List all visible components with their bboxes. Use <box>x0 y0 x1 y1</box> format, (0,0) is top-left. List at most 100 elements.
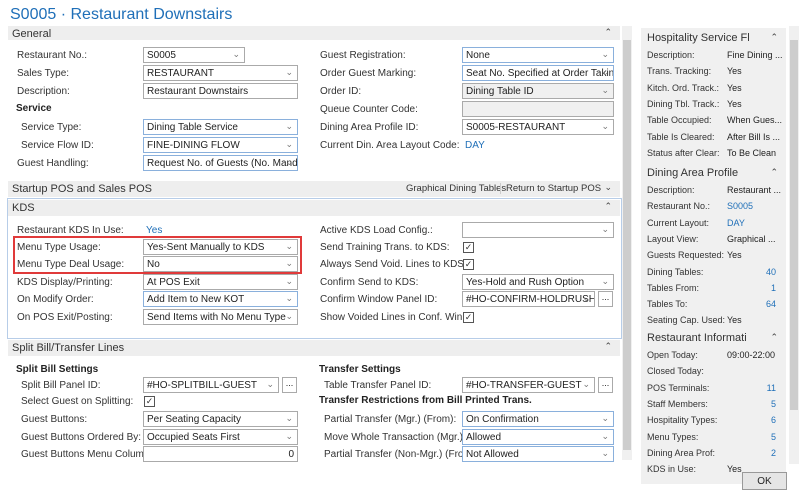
chevron-down-icon[interactable]: ⌄ <box>285 67 293 78</box>
dropdown-split-bill-panel-id[interactable]: #HO-SPLITBILL-GUEST ⌄ <box>143 377 279 393</box>
factbox-value[interactable]: 2 <box>771 448 776 458</box>
chevron-up-icon[interactable]: ⌃ <box>604 27 612 38</box>
factbox-label: KDS in Use: <box>647 464 697 475</box>
dropdown-sales-type[interactable]: RESTAURANT ⌄ <box>143 65 298 81</box>
input-guest-buttons-menu-columns[interactable]: 0 <box>143 446 298 462</box>
factbox-label: Tables From: <box>647 282 700 293</box>
factbox-value[interactable]: 5 <box>771 432 776 442</box>
chevron-down-icon[interactable]: ⌄ <box>601 85 609 96</box>
factbox-hospitality-service-fl: Hospitality Service Fl ⌃ Description: Fine … <box>641 28 786 169</box>
factbox-value: 09:00-22:00 <box>727 350 776 360</box>
field-label-guest-buttons-ordered-by: Guest Buttons Ordered By: <box>21 432 142 443</box>
chevron-down-icon[interactable]: ⌄ <box>601 121 609 132</box>
chevron-down-icon[interactable]: ⌄ <box>285 157 293 168</box>
factbox-value[interactable]: 11 <box>767 383 776 393</box>
factbox-value[interactable]: 64 <box>766 299 776 309</box>
dropdown-service-flow-id[interactable]: FINE-DINING FLOW ⌄ <box>143 137 298 153</box>
dropdown-partial-transfer-mgr-from[interactable]: On Confirmation ⌄ <box>462 411 614 427</box>
subsection-header: Split Bill Settings <box>16 364 99 375</box>
section-header-split[interactable]: Split Bill/Transfer Lines ⌃ <box>8 340 620 356</box>
main-scrollbar-thumb[interactable] <box>623 40 631 450</box>
field-value: Seat No. Specified at Order Taking <box>466 68 614 79</box>
chevron-down-icon[interactable]: ⌄ <box>582 379 590 390</box>
factbox-scrollbar[interactable] <box>789 26 799 464</box>
field-value: Request No. of Guests (No. Mandat... <box>147 158 298 169</box>
factbox-label: Current Layout: <box>647 217 710 228</box>
dropdown-guest-handling[interactable]: Request No. of Guests (No. Mandat... ⌄ <box>143 155 298 171</box>
field-value-current-din-area-layout-code[interactable]: DAY <box>465 140 485 151</box>
dropdown-guest-buttons[interactable]: Per Seating Capacity ⌄ <box>143 411 298 427</box>
factbox-dining-area-profile: Dining Area Profile ⌃ Description: Restaura… <box>641 163 786 336</box>
factbox-scrollbar-thumb[interactable] <box>790 40 798 410</box>
chevron-down-icon[interactable]: ⌄ <box>601 49 609 60</box>
chevron-up-icon[interactable]: ⌃ <box>770 32 778 43</box>
section-title: General <box>12 28 52 40</box>
field-value: #HO-TRANSFER-GUEST <box>466 380 582 391</box>
field-label-guest-buttons-menu-columns: Guest Buttons Menu Columns: <box>21 449 158 460</box>
dropdown-service-type[interactable]: Dining Table Service ⌄ <box>143 119 298 135</box>
input-description[interactable]: Restaurant Downstairs <box>143 83 298 99</box>
dropdown-guest-buttons-ordered-by[interactable]: Occupied Seats First ⌄ <box>143 429 298 445</box>
chevron-down-icon[interactable]: ⌄ <box>601 448 609 459</box>
factbox-value[interactable]: 40 <box>766 267 776 277</box>
dropdown-move-whole-transaction-mgr[interactable]: Allowed ⌄ <box>462 429 614 445</box>
action-graphical-dining-tables[interactable]: Graphical Dining Tables <box>406 183 506 194</box>
factbox-label: Seating Cap. Used: <box>647 315 726 326</box>
factbox-value[interactable]: 5 <box>771 399 776 409</box>
section-header-general[interactable]: General ⌃ <box>8 26 620 40</box>
chevron-down-icon[interactable]: ⌄ <box>601 431 609 442</box>
chevron-up-icon[interactable]: ⌃ <box>770 332 778 343</box>
dropdown-order-id[interactable]: Dining Table ID ⌄ <box>462 83 614 99</box>
field-value: On Confirmation <box>466 414 539 425</box>
dropdown-restaurant-no[interactable]: S0005 ⌄ <box>143 47 245 63</box>
factbox-value[interactable]: DAY <box>727 218 745 228</box>
chevron-up-icon[interactable]: ⌃ <box>770 167 778 178</box>
chevron-down-icon[interactable]: ⌄ <box>601 67 609 78</box>
dropdown-dining-area-profile-id[interactable]: S0005-RESTAURANT ⌄ <box>462 119 614 135</box>
field-label-dining-area-profile-id: Dining Area Profile ID: <box>320 122 419 133</box>
main-scrollbar[interactable] <box>622 26 632 460</box>
section-header-startup[interactable]: Startup POS and Sales POS ⌄ Graphical Dini… <box>8 181 620 197</box>
dropdown-partial-transfer-non-mgr-from[interactable]: Not Allowed ⌄ <box>462 446 614 462</box>
factbox-label: Open Today: <box>647 350 698 360</box>
ok-button[interactable]: OK <box>742 472 787 490</box>
chevron-down-icon[interactable]: ⌄ <box>285 139 293 150</box>
factbox-value: After Bill Is ... <box>727 131 781 142</box>
factbox-value[interactable]: 1 <box>771 283 776 293</box>
factbox-value: When Gues... <box>727 115 783 126</box>
factbox-label: Description: <box>647 50 695 60</box>
field-value: FINE-DINING FLOW <box>147 140 240 151</box>
input-queue-counter-code[interactable] <box>462 101 614 117</box>
factbox-value: Graphical ... <box>727 233 776 244</box>
field-value: Occupied Seats First <box>147 432 240 443</box>
chevron-down-icon[interactable]: ⌄ <box>604 182 612 193</box>
chevron-down-icon[interactable]: ⌄ <box>232 49 240 60</box>
dropdown-guest-registration[interactable]: None ⌄ <box>462 47 614 63</box>
chevron-down-icon[interactable]: ⌄ <box>601 413 609 424</box>
field-value: #HO-SPLITBILL-GUEST <box>147 380 258 391</box>
field-label-restaurant-no: Restaurant No.: <box>17 50 88 61</box>
dropdown-order-guest-marking[interactable]: Seat No. Specified at Order Taking ⌄ <box>462 65 614 81</box>
chevron-down-icon[interactable]: ⌄ <box>285 121 293 132</box>
chevron-up-icon[interactable]: ⌃ <box>604 341 612 352</box>
page-title: S0005 · Restaurant Downstairs <box>10 6 233 23</box>
lookup-button-table-transfer-panel-id[interactable]: ... <box>598 377 613 393</box>
factbox-value[interactable]: 6 <box>771 415 776 425</box>
factbox-label: Staff Members: <box>647 398 708 409</box>
factbox-value[interactable]: S0005 <box>727 201 753 211</box>
field-value: Allowed <box>466 432 502 443</box>
chevron-down-icon[interactable]: ⌄ <box>285 431 293 442</box>
checkbox-select-guest-on-splitting[interactable]: ✓ <box>144 396 155 407</box>
factbox-value: Yes <box>727 66 742 77</box>
highlight-box <box>13 236 302 274</box>
lookup-button-split-bill-panel-id[interactable]: ... <box>282 377 297 393</box>
field-label-order-id: Order ID: <box>320 86 362 97</box>
chevron-down-icon[interactable]: ⌄ <box>285 413 293 424</box>
dropdown-table-transfer-panel-id[interactable]: #HO-TRANSFER-GUEST ⌄ <box>462 377 595 393</box>
field-label-table-transfer-panel-id: Table Transfer Panel ID: <box>324 380 432 391</box>
action-return-to-startup-pos[interactable]: Return to Startup POS <box>506 183 601 194</box>
chevron-down-icon[interactable]: ⌄ <box>266 379 274 390</box>
field-label-partial-transfer-non-mgr-from: Partial Transfer (Non-Mgr.) (From): <box>324 449 478 460</box>
field-label-guest-buttons: Guest Buttons: <box>21 414 88 425</box>
factbox-label: Status after Clear: <box>647 147 720 158</box>
